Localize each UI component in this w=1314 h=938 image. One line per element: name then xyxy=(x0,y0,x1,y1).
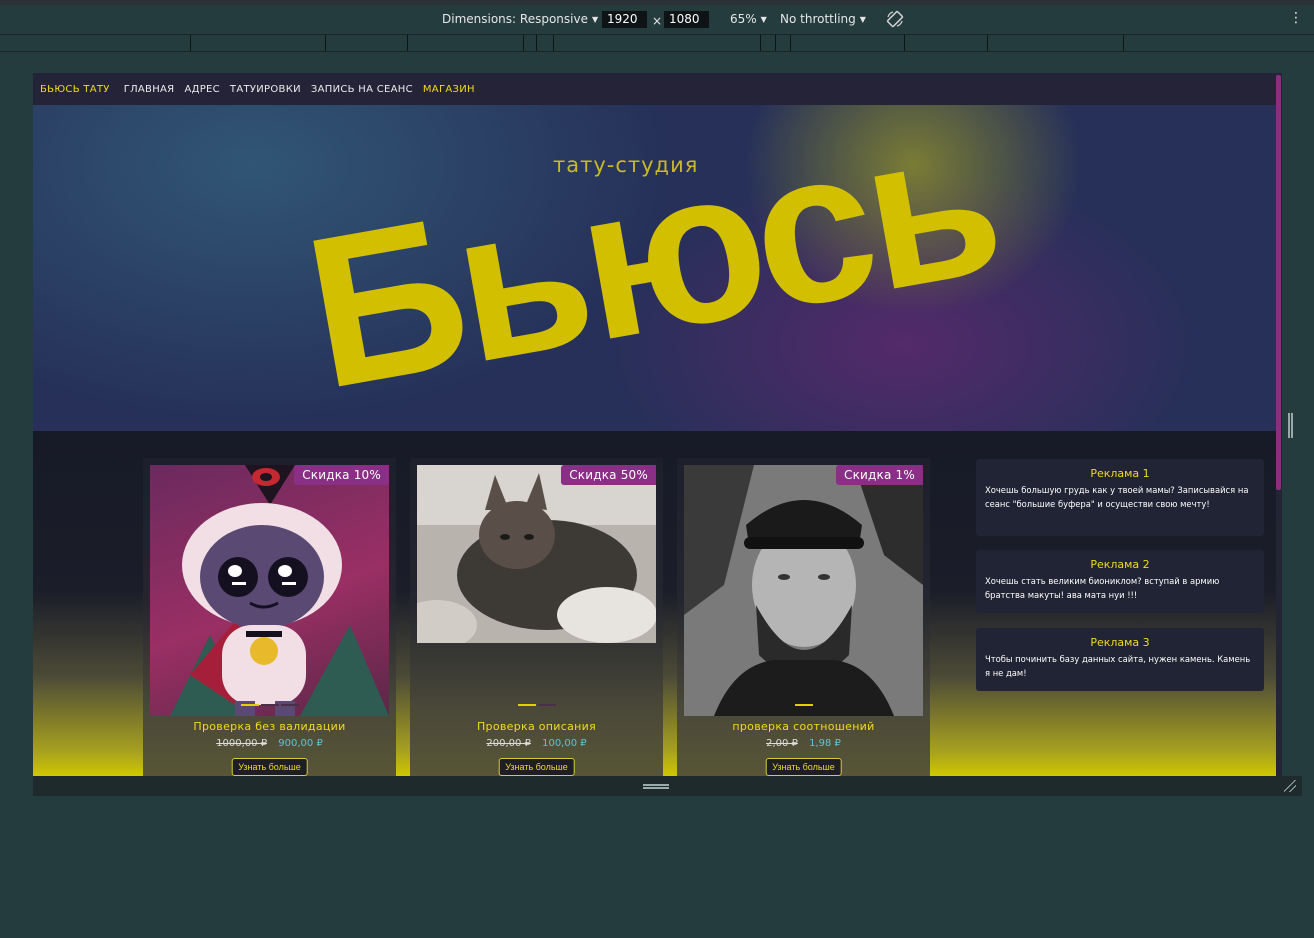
nav-link-booking[interactable]: ЗАПИСЬ НА СЕАНС xyxy=(311,84,413,95)
resize-handle-right[interactable] xyxy=(1288,413,1293,438)
dimensions-select[interactable]: Dimensions: Responsive ▼ xyxy=(442,12,598,26)
dimensions-label: Dimensions: Responsive xyxy=(442,12,588,26)
zoom-select[interactable]: 65% ▼ xyxy=(730,12,767,26)
carousel-indicators xyxy=(143,704,396,706)
product-prices: 1000,00 ₽ 900,00 ₽ xyxy=(143,738,396,749)
discount-badge: Скидка 10% xyxy=(294,465,389,485)
learn-more-button[interactable]: Узнать больше xyxy=(231,758,308,776)
product-card: Скидка 10% Проверка без валидации 1000,0… xyxy=(143,458,396,776)
ad-block: Реклама 2 Хочешь стать великим биониклом… xyxy=(976,550,1264,613)
product-title[interactable]: Проверка описания xyxy=(410,720,663,733)
lamb-illustration xyxy=(170,465,389,716)
discount-badge: Скидка 1% xyxy=(836,465,923,485)
product-card: Скидка 1% проверка соотношений 2,00 ₽ 1,… xyxy=(677,458,930,776)
ad-title: Реклама 3 xyxy=(1090,636,1150,649)
hero-title-text: Бьюсь xyxy=(291,105,1012,431)
rotate-icon[interactable] xyxy=(886,10,904,28)
man-photo xyxy=(684,465,923,716)
nav-link-tattoos[interactable]: ТАТУИРОВКИ xyxy=(230,84,301,95)
new-price: 900,00 ₽ xyxy=(278,738,323,749)
shop-section: Скидка 10% Проверка без валидации 1000,0… xyxy=(33,431,1278,776)
site-navbar: БЬЮСЬ ТАТУ ГЛАВНАЯ АДРЕС ТАТУИРОВКИ ЗАПИ… xyxy=(33,73,1278,105)
cat-photo xyxy=(417,465,656,650)
devtools-toolbar: Dimensions: Responsive ▼ 1920 × 1080 65%… xyxy=(0,0,1314,34)
learn-more-button[interactable]: Узнать больше xyxy=(498,758,575,776)
new-price: 100,00 ₽ xyxy=(542,738,587,749)
ad-block: Реклама 1 Хочешь большую грудь как у тво… xyxy=(976,459,1264,536)
hero-title: Бьюсь xyxy=(291,105,1012,431)
product-prices: 2,00 ₽ 1,98 ₽ xyxy=(677,738,930,749)
nav-link-home[interactable]: ГЛАВНАЯ xyxy=(124,84,175,95)
new-price: 1,98 ₽ xyxy=(809,738,841,749)
carousel-dot[interactable] xyxy=(537,704,556,706)
ad-text: Хочешь большую грудь как у твоей мамы? З… xyxy=(985,485,1249,509)
more-options-icon[interactable]: ⋮ xyxy=(1289,10,1303,26)
product-card: Скидка 50% Проверка описания 200,00 ₽ 10… xyxy=(410,458,663,776)
learn-more-button[interactable]: Узнать больше xyxy=(765,758,842,776)
product-image[interactable]: Скидка 10% xyxy=(150,465,389,716)
width-input[interactable]: 1920 xyxy=(602,11,647,28)
nav-link-shop[interactable]: МАГАЗИН xyxy=(423,84,475,95)
height-input[interactable]: 1080 xyxy=(664,11,709,28)
page-scrollbar-thumb[interactable] xyxy=(1276,75,1281,490)
product-image[interactable]: Скидка 50% xyxy=(417,465,656,716)
site-logo[interactable]: БЬЮСЬ ТАТУ xyxy=(40,84,110,95)
throttling-select[interactable]: No throttling ▼ xyxy=(780,12,866,26)
resize-corner-icon[interactable] xyxy=(1284,780,1296,792)
old-price: 200,00 ₽ xyxy=(486,738,531,749)
nav-link-address[interactable]: АДРЕС xyxy=(184,84,219,95)
carousel-dot[interactable] xyxy=(517,704,536,706)
site-viewport: БЬЮСЬ ТАТУ ГЛАВНАЯ АДРЕС ТАТУИРОВКИ ЗАПИ… xyxy=(33,73,1278,776)
old-price: 2,00 ₽ xyxy=(766,738,798,749)
chevron-down-icon: ▼ xyxy=(760,14,767,24)
carousel-dot[interactable] xyxy=(280,704,299,706)
carousel-dot[interactable] xyxy=(794,704,813,706)
carousel-dot[interactable] xyxy=(240,704,259,706)
throttling-label: No throttling xyxy=(780,12,856,26)
times-sign: × xyxy=(652,14,663,28)
chevron-down-icon: ▼ xyxy=(859,14,866,24)
carousel-indicators xyxy=(677,704,930,706)
media-query-ruler[interactable] xyxy=(0,34,1314,52)
zoom-label: 65% xyxy=(730,12,757,26)
chevron-down-icon: ▼ xyxy=(591,14,599,24)
ad-text: Хочешь стать великим биониклом? вступай … xyxy=(985,576,1220,600)
product-title[interactable]: Проверка без валидации xyxy=(143,720,396,733)
ad-block: Реклама 3 Чтобы починить базу данных сай… xyxy=(976,628,1264,691)
product-image[interactable]: Скидка 1% xyxy=(684,465,923,716)
hero-banner: тату-студия Бьюсь xyxy=(33,105,1278,431)
ad-title: Реклама 2 xyxy=(1090,558,1150,571)
ad-text: Чтобы починить базу данных сайта, нужен … xyxy=(985,654,1251,678)
ad-title: Реклама 1 xyxy=(1090,467,1150,480)
carousel-indicators xyxy=(410,704,663,706)
product-prices: 200,00 ₽ 100,00 ₽ xyxy=(410,738,663,749)
product-title[interactable]: проверка соотношений xyxy=(677,720,930,733)
old-price: 1000,00 ₽ xyxy=(216,738,268,749)
resize-handle-bottom[interactable] xyxy=(643,784,669,789)
carousel-dot[interactable] xyxy=(260,704,279,706)
discount-badge: Скидка 50% xyxy=(561,465,656,485)
